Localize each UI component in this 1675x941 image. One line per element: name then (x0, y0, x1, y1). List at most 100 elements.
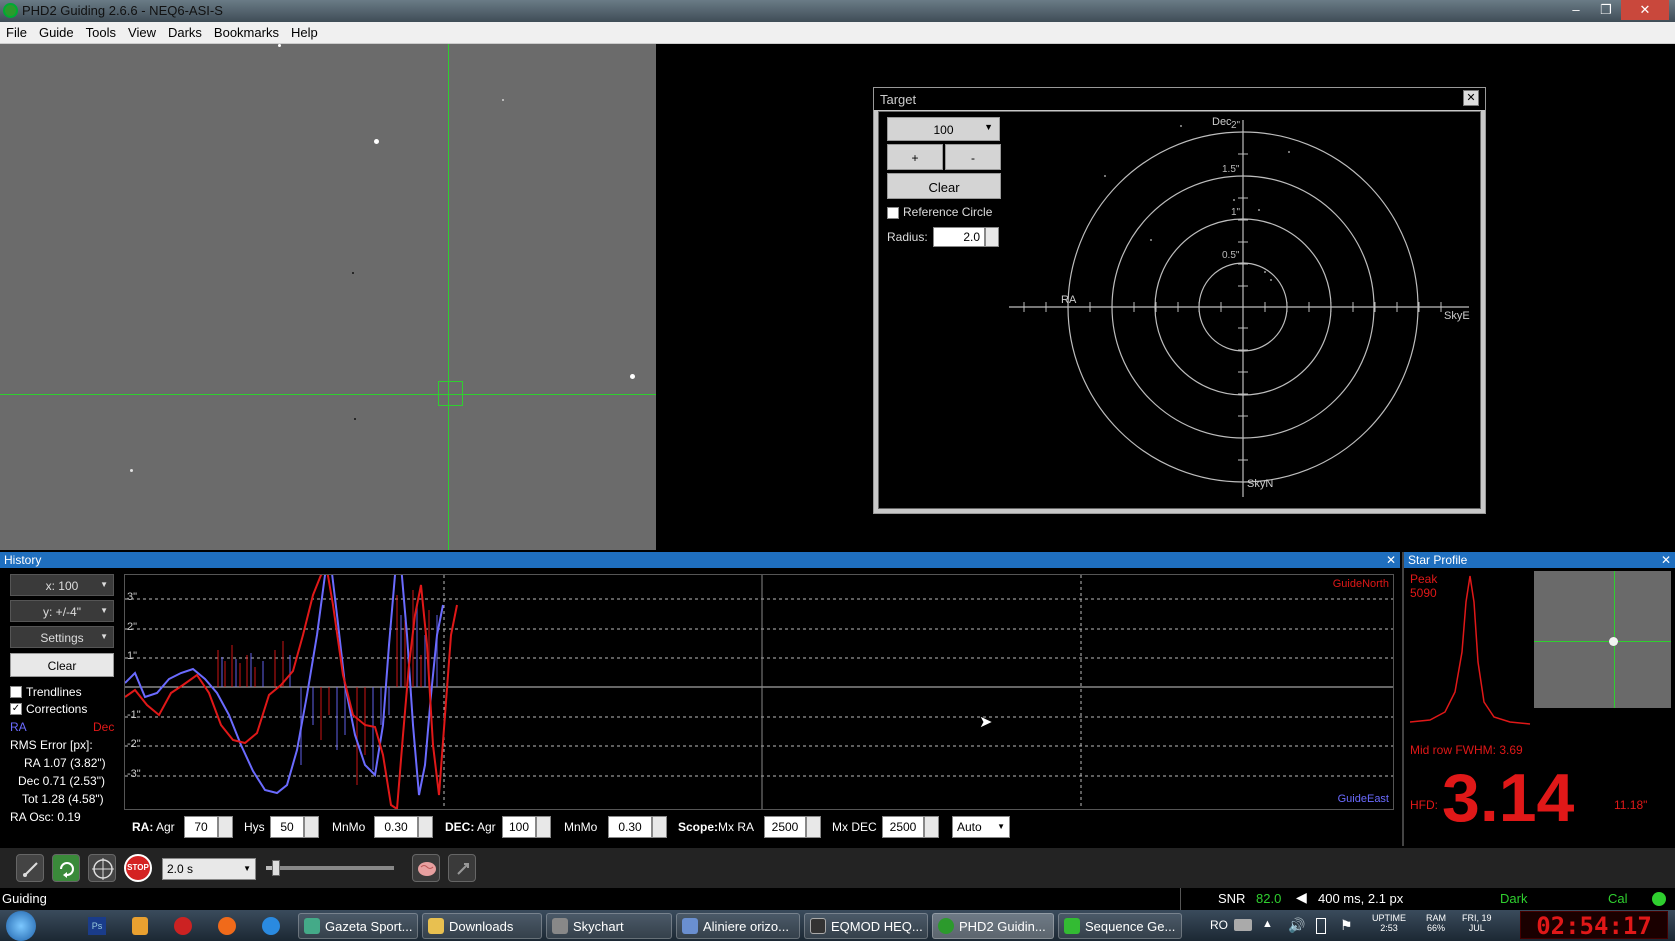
menu-bookmarks[interactable]: Bookmarks (208, 22, 285, 40)
tray-expand-icon[interactable]: ▲ (1262, 918, 1273, 930)
ring-label: 1.5" (1222, 164, 1240, 175)
menu-tools[interactable]: Tools (80, 22, 122, 40)
dec-mode-select[interactable]: Auto ▼ (952, 816, 1010, 838)
sequence-icon (1064, 918, 1080, 934)
network-flag-icon[interactable]: ⚑ (1340, 917, 1353, 934)
target-panel: Target ✕ 100 ▼ + - Clear Reference Circl… (873, 87, 1486, 514)
history-clear-button[interactable]: Clear (10, 653, 114, 677)
chevron-down-icon: ▼ (100, 632, 108, 641)
dec-agr-spinner[interactable] (536, 816, 551, 838)
task-phd2[interactable]: PHD2 Guidin... (932, 913, 1054, 939)
guide-direction-icon: ◀ (1296, 889, 1307, 905)
corrections-label: Corrections (26, 702, 88, 716)
ra-mnmo-spinner[interactable] (418, 816, 433, 838)
history-close-button[interactable]: ✕ (1386, 553, 1396, 567)
menu-darks[interactable]: Darks (162, 22, 208, 40)
y-tick: -1" (127, 709, 141, 721)
skychart-icon (552, 918, 568, 934)
firefox-icon[interactable] (218, 917, 236, 935)
battery-icon[interactable] (1316, 918, 1326, 934)
maximize-button[interactable]: ❐ (1591, 0, 1621, 20)
hys-label: Hys (244, 820, 265, 834)
uptime-widget: UPTIME 2:53 (1372, 913, 1406, 933)
cal-indicator: Cal (1608, 891, 1628, 906)
x-scale-select[interactable]: x: 100 ▼ (10, 574, 114, 596)
dec-min-move-input[interactable]: 0.30 (608, 816, 652, 838)
y-tick: 2" (127, 621, 138, 633)
menu-help[interactable]: Help (285, 22, 324, 40)
ra-min-move-input[interactable]: 0.30 (374, 816, 418, 838)
exposure-select[interactable]: 2.0 s ▼ (162, 858, 256, 880)
brain-icon[interactable] (412, 854, 440, 882)
mx-ra-spinner[interactable] (806, 816, 821, 838)
volume-icon[interactable]: 🔊 (1288, 917, 1305, 934)
close-button[interactable]: ✕ (1621, 0, 1669, 20)
digital-clock: 02:54:17 (1520, 911, 1668, 940)
star-blob (1609, 637, 1618, 646)
dec-aggressiveness-input[interactable]: 100 (502, 816, 536, 838)
manual-guide-icon[interactable] (448, 854, 476, 882)
ram-label: RAM (1426, 913, 1446, 923)
ra-aggressiveness-input[interactable]: 70 (184, 816, 218, 838)
photoshop-icon[interactable]: Ps (88, 917, 106, 935)
hys-spinner[interactable] (304, 816, 319, 838)
target-close-button[interactable]: ✕ (1463, 90, 1479, 106)
chevron-down-icon: ▼ (243, 864, 251, 873)
dark-indicator: Dark (1500, 891, 1528, 906)
guide-east-label: GuideEast (1337, 793, 1389, 805)
task-aliniere[interactable]: Aliniere orizo... (676, 913, 800, 939)
mx-dec-spinner[interactable] (924, 816, 939, 838)
mouse-cursor-icon: ➤ (979, 714, 993, 731)
max-ra-duration-input[interactable]: 2500 (764, 816, 806, 838)
y-scale-select[interactable]: y: +/-4" ▼ (10, 600, 114, 622)
task-downloads[interactable]: Downloads (422, 913, 542, 939)
menu-view[interactable]: View (122, 22, 162, 40)
menu-guide[interactable]: Guide (33, 22, 80, 40)
hysteresis-input[interactable]: 50 (270, 816, 304, 838)
max-dec-duration-input[interactable]: 2500 (882, 816, 924, 838)
task-sequence[interactable]: Sequence Ge... (1058, 913, 1182, 939)
status-bar: Guiding SNR 82.0 ◀ 400 ms, 2.1 px Dark C… (0, 888, 1675, 910)
opera-icon[interactable] (174, 917, 192, 935)
date-widget: FRI, 19 JUL (1462, 913, 1492, 933)
gamma-slider-track[interactable] (266, 860, 394, 876)
start-button-icon[interactable] (6, 911, 36, 941)
guide-crosshair-icon[interactable] (88, 854, 116, 882)
language-indicator[interactable]: RO (1210, 918, 1228, 932)
keyboard-icon[interactable] (1234, 919, 1252, 931)
chevron-down-icon: ▼ (997, 822, 1005, 831)
minimize-button[interactable]: – (1561, 0, 1591, 20)
star-profile-curve (1410, 575, 1531, 725)
task-gazeta[interactable]: Gazeta Sport... (298, 913, 418, 939)
quicklaunch-icon[interactable] (132, 917, 148, 935)
settings-select[interactable]: Settings ▼ (10, 626, 114, 648)
task-label: EQMOD HEQ... (831, 919, 923, 934)
camera-connect-icon[interactable] (16, 854, 44, 882)
status-divider (1180, 888, 1181, 910)
task-skychart[interactable]: Skychart (546, 913, 672, 939)
corrections-checkbox[interactable]: ✓ (10, 703, 22, 715)
target-label-dec: Dec (1212, 116, 1232, 128)
dec-mnmo-spinner[interactable] (652, 816, 667, 838)
dec-mode-value: Auto (957, 820, 982, 834)
loop-exposure-icon[interactable] (52, 854, 80, 882)
task-label: Gazeta Sport... (325, 919, 413, 934)
stop-button[interactable]: STOP (124, 854, 152, 882)
camera-view[interactable] (0, 44, 656, 550)
uptime-label: UPTIME (1372, 913, 1407, 923)
ie-icon[interactable] (262, 917, 280, 935)
gamma-slider-thumb[interactable] (272, 860, 281, 876)
trendlines-checkbox[interactable] (10, 686, 22, 698)
uptime-value: 2:53 (1380, 923, 1398, 933)
guide-star-box[interactable] (438, 381, 463, 406)
menu-file[interactable]: File (0, 22, 33, 40)
star-thumbnail (1534, 571, 1671, 708)
task-eqmod[interactable]: EQMOD HEQ... (804, 913, 928, 939)
history-graph[interactable]: 3" 2" 1" -1" -2" -3" GuideNorth GuideEas… (124, 561, 1394, 811)
ra-agr-spinner[interactable] (218, 816, 233, 838)
date-day: FRI, 19 (1462, 913, 1492, 923)
crosshair-horizontal (0, 394, 656, 395)
star-profile-close-button[interactable]: ✕ (1661, 553, 1671, 567)
y-scale-value: y: +/-4" (43, 605, 81, 619)
settings-label: Settings (40, 631, 84, 645)
